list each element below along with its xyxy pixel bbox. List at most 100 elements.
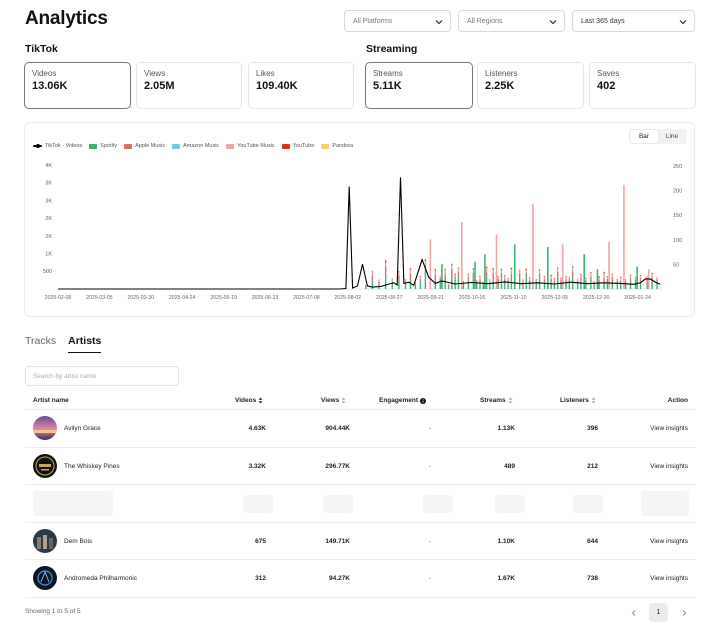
sort-icon[interactable]: [341, 397, 346, 404]
stream-bar: [419, 281, 422, 289]
stat-card-videos[interactable]: Videos 13.06K: [24, 62, 131, 109]
stream-bar: [384, 273, 387, 289]
stream-bar: [580, 274, 582, 277]
stream-bar: [639, 275, 642, 277]
stream-bar: [606, 278, 609, 283]
stream-bar: [606, 276, 609, 279]
stream-bar: [492, 272, 494, 274]
period-filter[interactable]: Last 365 days: [572, 10, 695, 32]
stream-bar: [424, 258, 427, 260]
stream-bar: [371, 275, 374, 282]
stream-bar: [391, 284, 393, 289]
stream-bar: [525, 269, 528, 273]
view-insights-link[interactable]: View insights: [650, 575, 688, 582]
stream-bar: [611, 273, 614, 275]
prev-page-button[interactable]: [624, 603, 643, 622]
col-streams[interactable]: Streams: [480, 397, 513, 404]
info-icon[interactable]: [420, 397, 427, 404]
stream-bar: [619, 279, 622, 281]
stat-label: Videos: [32, 69, 57, 78]
streams-value: 1.10K: [497, 537, 515, 545]
stream-bar: [576, 282, 579, 289]
stream-bar: [528, 279, 531, 281]
stream-bar: [557, 270, 559, 272]
stream-bar: [457, 272, 460, 279]
stream-bar: [619, 283, 622, 289]
stream-bar: [528, 277, 531, 279]
x-tick-label: 2025-05-19: [210, 295, 237, 301]
table-row[interactable]: Dem Bois 675 149.71K - 1.10K 644 View in…: [25, 523, 696, 560]
table-row[interactable]: The Whiskey Pines 3.32K 296.77K - 489 21…: [25, 448, 696, 485]
stream-bar: [504, 278, 506, 280]
chevron-left-icon: [631, 609, 635, 616]
stat-card-views[interactable]: Views 2.05M: [136, 62, 242, 109]
stream-bar: [384, 264, 387, 267]
view-insights-link[interactable]: View insights: [650, 425, 688, 432]
stream-bar: [557, 266, 559, 268]
chart-card: Bar Line TikTok - Videos Spotify Apple Mus…: [24, 122, 695, 317]
listeners-value: 644: [587, 537, 598, 545]
stream-bar: [535, 279, 537, 281]
stream-bar: [404, 283, 407, 289]
stat-card-saves[interactable]: Saves 402: [589, 62, 696, 109]
stream-bar: [543, 278, 546, 280]
stream-bar: [472, 278, 475, 289]
regions-filter[interactable]: All Regions: [458, 10, 565, 32]
tiktok-section-title: TikTok: [25, 43, 58, 55]
stream-bar: [434, 268, 436, 270]
stream-bar: [489, 279, 491, 280]
stream-bar: [629, 282, 632, 289]
stream-bar: [596, 269, 599, 289]
stream-bar: [634, 279, 637, 283]
stream-bar: [598, 276, 600, 278]
col-listeners[interactable]: Listeners: [560, 397, 596, 404]
loading-row: [25, 485, 696, 523]
stream-bar: [561, 244, 564, 289]
stream-bar: [651, 280, 653, 289]
stream-bar: [550, 274, 552, 275]
stream-bar: [553, 280, 556, 281]
listeners-value: 396: [587, 425, 598, 432]
col-views[interactable]: Views: [321, 397, 346, 404]
stream-bar: [365, 285, 367, 287]
stream-bar: [479, 276, 481, 279]
stream-bar: [444, 274, 446, 280]
avatar: [33, 453, 57, 478]
table-row[interactable]: Andromeda Philharmonic 312 94.27K - 1.67…: [25, 560, 696, 598]
stream-bar: [543, 276, 546, 279]
view-insights-link[interactable]: View insights: [650, 463, 688, 470]
sort-icon[interactable]: [258, 397, 263, 404]
stream-bar: [472, 269, 475, 272]
stream-bar: [419, 278, 422, 279]
page-button[interactable]: 1: [649, 603, 668, 622]
sort-icon[interactable]: [591, 397, 596, 404]
artist-search-input[interactable]: [25, 366, 179, 386]
view-insights-link[interactable]: View insights: [650, 538, 688, 545]
col-engagement: Engagement: [379, 397, 427, 404]
stream-bar: [590, 272, 592, 274]
stat-card-likes[interactable]: Likes 109.40K: [248, 62, 354, 109]
stream-bar: [624, 279, 627, 282]
tab-tracks[interactable]: Tracks: [25, 335, 56, 353]
next-page-button[interactable]: [674, 603, 693, 622]
platforms-filter[interactable]: All Platforms: [344, 10, 451, 32]
stream-bar: [444, 268, 446, 270]
tab-artists[interactable]: Artists: [68, 335, 102, 353]
stream-bar: [479, 276, 481, 277]
col-videos[interactable]: Videos: [235, 397, 263, 404]
stat-card-listeners[interactable]: Listeners 2.25K: [477, 62, 584, 109]
stat-card-streams[interactable]: Streams 5.11K: [365, 62, 473, 109]
stream-bar: [500, 268, 503, 270]
stream-bar: [576, 279, 579, 281]
table-row[interactable]: Avilyn Grace 4.63K 904.44K - 1.13K 396 V…: [25, 410, 696, 448]
stream-bar: [472, 267, 475, 269]
stream-bar: [619, 277, 622, 280]
stream-bar: [651, 273, 653, 276]
stream-bar: [492, 268, 494, 270]
stream-bar: [497, 282, 499, 289]
stream-bar: [500, 272, 503, 274]
stream-bar: [384, 266, 387, 274]
col-artist-name: Artist name: [33, 397, 69, 404]
stream-bar: [629, 277, 632, 279]
sort-icon[interactable]: [508, 397, 513, 404]
